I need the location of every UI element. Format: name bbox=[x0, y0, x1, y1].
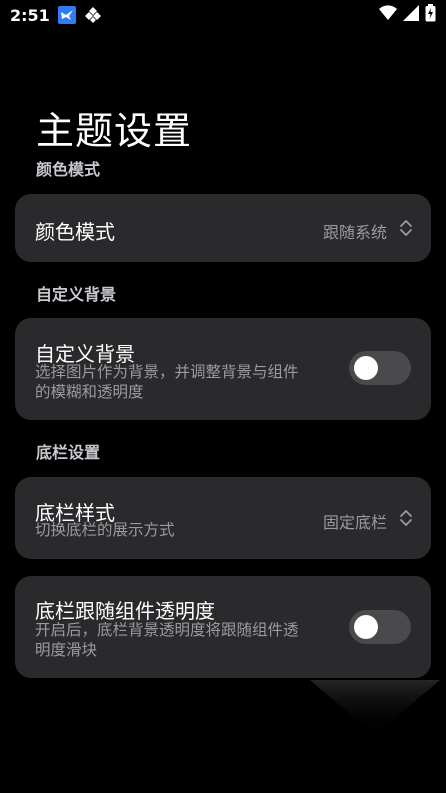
section-header-bottom-bar: 底栏设置 bbox=[36, 443, 101, 462]
bottom-bar-follow-toggle[interactable] bbox=[349, 610, 411, 644]
toggle-knob bbox=[354, 615, 378, 639]
bottom-bar-style-value: 固定底栏 bbox=[322, 513, 387, 532]
signal-icon bbox=[403, 5, 419, 25]
battery-icon bbox=[425, 4, 436, 26]
color-mode-title: 颜色模式 bbox=[35, 220, 115, 244]
toggle-knob bbox=[354, 356, 378, 380]
bottom-bar-follow-sub-line1: 开启后，底栏背景透明度将跟随组件透 bbox=[35, 621, 299, 639]
bottom-bar-style-sub: 切换底栏的展示方式 bbox=[35, 521, 175, 539]
app-diamond-icon bbox=[84, 6, 102, 24]
status-right bbox=[379, 4, 436, 26]
chevron-updown-icon bbox=[399, 218, 413, 238]
status-left: 2:51 bbox=[10, 6, 102, 25]
custom-background-sub-line2: 的模糊和透明度 bbox=[35, 383, 144, 401]
section-header-color: 颜色模式 bbox=[36, 160, 101, 179]
custom-background-sub-line1: 选择图片作为背景，并调整背景与组件 bbox=[35, 363, 299, 381]
page-title: 主题设置 bbox=[36, 109, 193, 153]
bottom-bar-follow-row[interactable]: 底栏跟随组件透明度 开启后，底栏背景透明度将跟随组件透 明度滑块 bbox=[15, 576, 431, 678]
color-mode-value: 跟随系统 bbox=[322, 223, 387, 242]
decorative-fade-shape bbox=[310, 680, 440, 740]
bottom-bar-style-row[interactable]: 底栏样式 切换底栏的展示方式 固定底栏 bbox=[15, 477, 431, 559]
app-notification-icon bbox=[57, 6, 76, 24]
status-bar: 2:51 bbox=[0, 0, 446, 30]
chevron-updown-icon bbox=[399, 508, 413, 528]
section-header-background: 自定义背景 bbox=[36, 285, 117, 304]
bottom-bar-follow-sub-line2: 明度滑块 bbox=[35, 641, 98, 659]
custom-background-toggle[interactable] bbox=[349, 351, 411, 385]
status-time: 2:51 bbox=[10, 5, 50, 25]
custom-background-row[interactable]: 自定义背景 选择图片作为背景，并调整背景与组件 的模糊和透明度 bbox=[15, 318, 431, 420]
wifi-icon bbox=[379, 5, 397, 25]
color-mode-row[interactable]: 颜色模式 跟随系统 bbox=[15, 194, 431, 262]
